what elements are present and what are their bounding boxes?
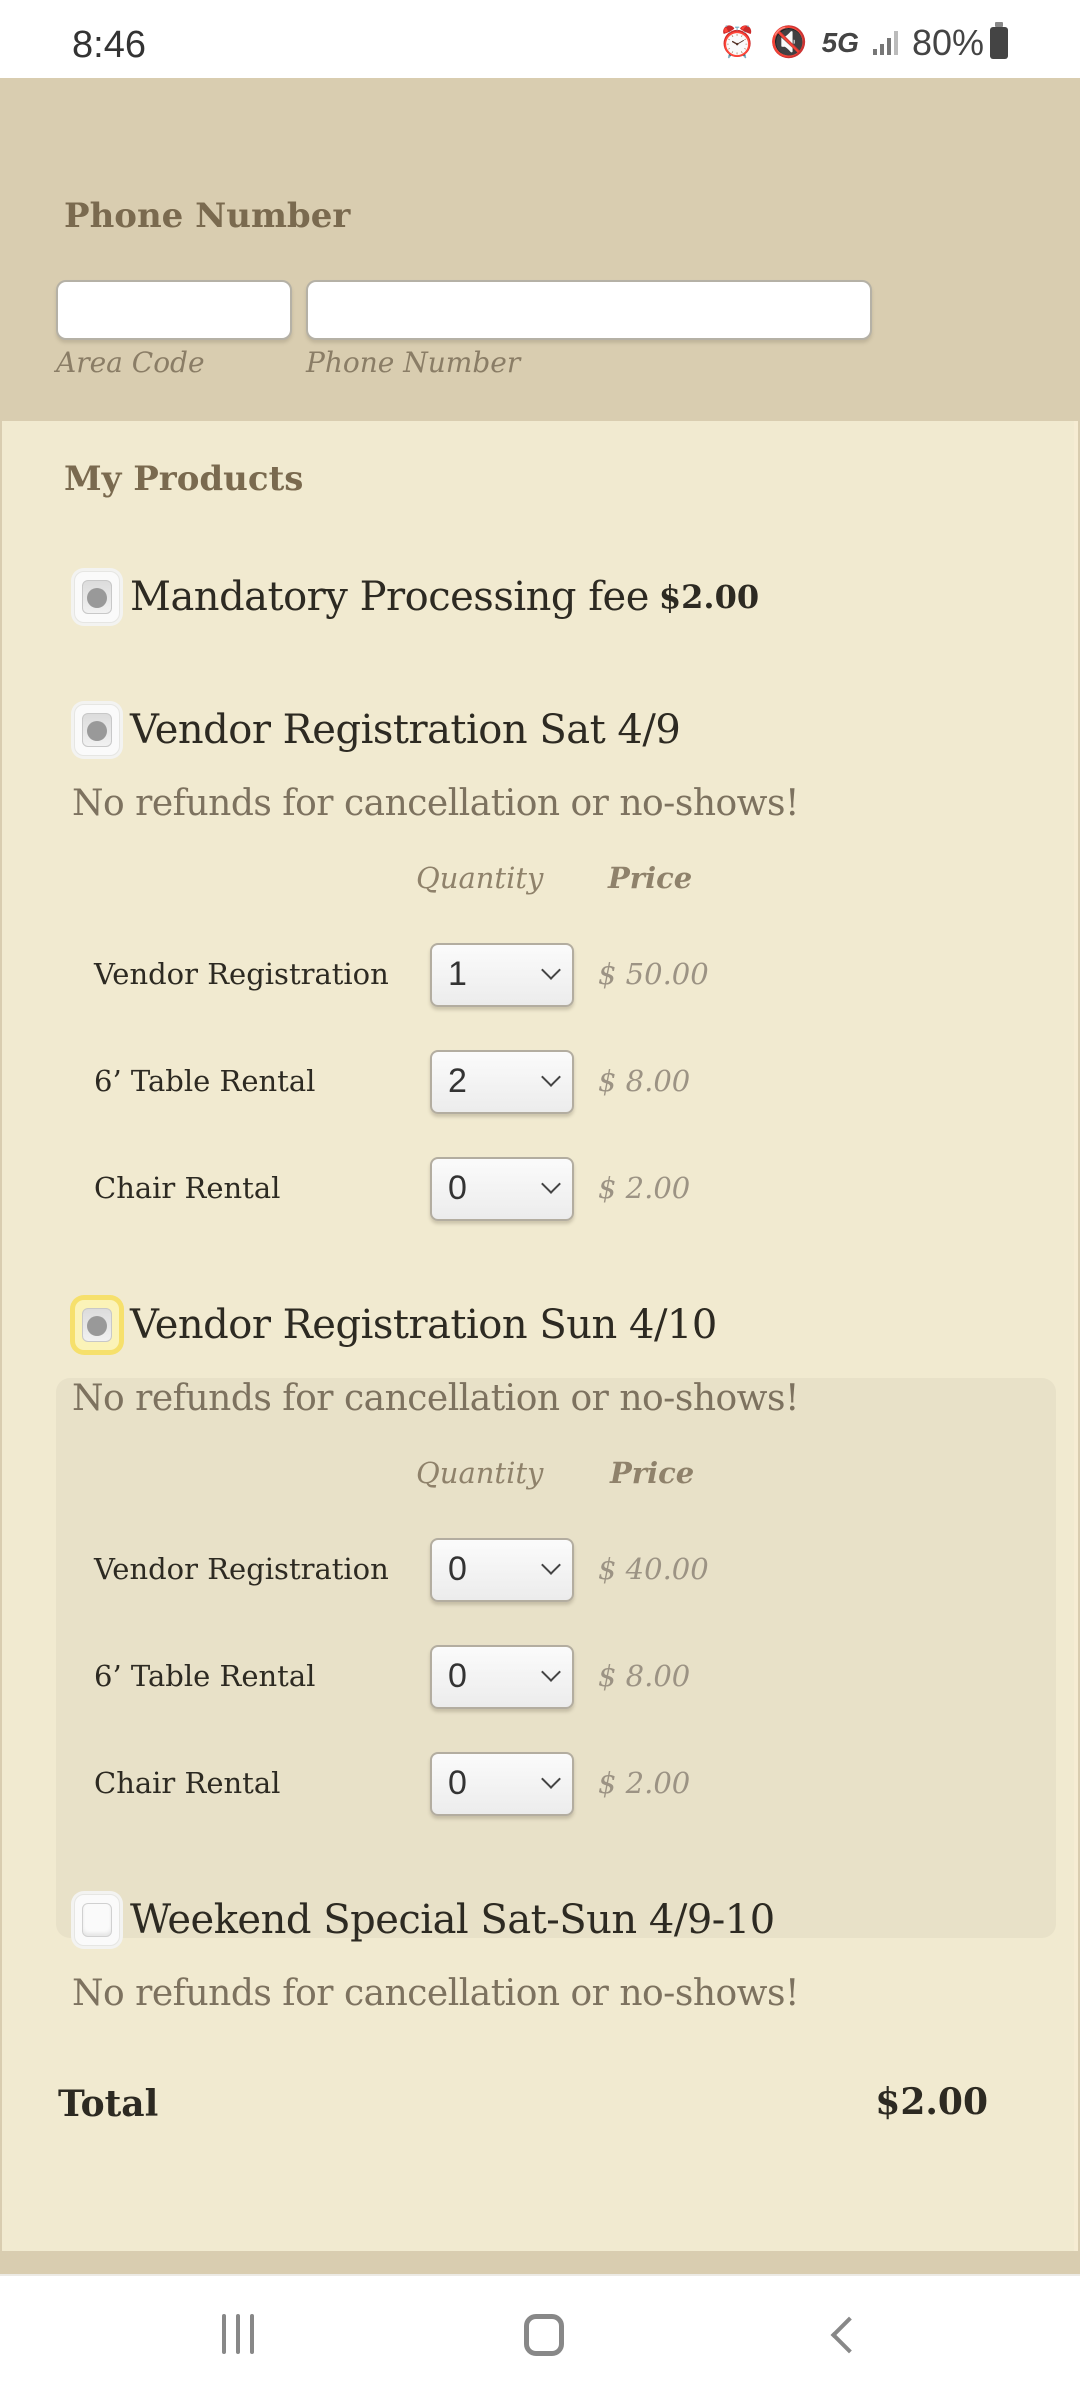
chevron-down-icon — [541, 1555, 561, 1575]
line-item-price: $ 8.00 — [598, 1659, 691, 1693]
battery-icon — [990, 22, 1008, 59]
battery-percent: 80% — [911, 22, 984, 63]
product-name: Mandatory Processing fee — [130, 574, 649, 620]
mute-icon: 🔇 — [770, 26, 808, 59]
product-checkbox[interactable] — [74, 1894, 120, 1946]
chevron-down-icon — [541, 1769, 561, 1789]
line-item-price: $ 2.00 — [598, 1766, 691, 1800]
line-item-label: 6’ Table Rental — [94, 1064, 316, 1098]
area-code-input[interactable] — [56, 280, 292, 340]
line-item-label: Vendor Registration — [94, 957, 389, 991]
back-button[interactable] — [830, 2316, 868, 2354]
price-header: Price — [608, 861, 693, 895]
product-description: No refunds for cancellation or no-shows! — [72, 783, 799, 824]
product-description: No refunds for cancellation or no-shows! — [72, 1973, 799, 2014]
area-code-sublabel: Area Code — [56, 346, 205, 379]
status-icons: ⏰ 🔇 5G 80% — [719, 22, 1008, 64]
product-description: No refunds for cancellation or no-shows! — [72, 1378, 799, 1419]
selected-dot-icon — [87, 1316, 107, 1336]
home-button[interactable] — [524, 2314, 564, 2356]
total-label: Total — [58, 2083, 159, 2125]
product-price: $2.00 — [658, 578, 760, 616]
network-type: 5G — [821, 27, 859, 58]
navigation-bar — [0, 2274, 1080, 2400]
quantity-select[interactable]: 0 — [430, 1157, 574, 1221]
quantity-select[interactable]: 0 — [430, 1538, 574, 1602]
status-time: 8:46 — [72, 24, 146, 66]
line-item-label: Chair Rental — [94, 1766, 281, 1800]
status-bar: 8:46 ⏰ 🔇 5G 80% — [0, 0, 1080, 78]
product-name: Vendor Registration Sun 4/10 — [130, 1302, 717, 1348]
chevron-down-icon — [541, 960, 561, 980]
quantity-header: Quantity — [416, 861, 544, 895]
chevron-down-icon — [541, 1662, 561, 1682]
phone-number-label: Phone Number — [64, 196, 351, 236]
total-value: $2.00 — [875, 2081, 988, 2123]
quantity-select[interactable]: 2 — [430, 1050, 574, 1114]
quantity-select[interactable]: 0 — [430, 1752, 574, 1816]
price-header: Price — [610, 1456, 695, 1490]
product-vendor-sat[interactable]: Vendor Registration Sat 4/9 — [74, 704, 681, 756]
quantity-header: Quantity — [416, 1456, 544, 1490]
product-vendor-sun[interactable]: Vendor Registration Sun 4/10 — [74, 1299, 717, 1351]
phone-number-input[interactable] — [306, 280, 872, 340]
signal-icon — [872, 31, 898, 55]
form-page: Phone Number Area Code Phone Number My P… — [0, 78, 1080, 2274]
products-section: My Products Mandatory Processing fee $2.… — [2, 421, 1078, 2251]
alarm-icon: ⏰ — [718, 26, 757, 59]
line-item-price: $ 2.00 — [598, 1171, 691, 1205]
line-item-price: $ 50.00 — [598, 957, 709, 991]
product-processing-fee[interactable]: Mandatory Processing fee $2.00 — [74, 571, 759, 623]
quantity-select[interactable]: 1 — [430, 943, 574, 1007]
line-item-label: Vendor Registration — [94, 1552, 389, 1586]
line-item-price: $ 40.00 — [598, 1552, 709, 1586]
line-item-price: $ 8.00 — [598, 1064, 691, 1098]
phone-number-section: Phone Number Area Code Phone Number — [0, 78, 1080, 421]
quantity-select[interactable]: 0 — [430, 1645, 574, 1709]
chevron-down-icon — [541, 1174, 561, 1194]
product-checkbox[interactable] — [74, 704, 120, 756]
line-item-label: 6’ Table Rental — [94, 1659, 316, 1693]
product-name: Weekend Special Sat-Sun 4/9-10 — [130, 1897, 775, 1943]
recents-button[interactable] — [222, 2314, 254, 2354]
phone-number-sublabel: Phone Number — [306, 346, 521, 379]
selected-dot-icon — [87, 721, 107, 741]
products-title: My Products — [64, 459, 304, 499]
product-weekend-special[interactable]: Weekend Special Sat-Sun 4/9-10 — [74, 1894, 775, 1946]
product-checkbox[interactable] — [74, 1299, 120, 1351]
line-item-label: Chair Rental — [94, 1171, 281, 1205]
chevron-down-icon — [541, 1067, 561, 1087]
product-checkbox[interactable] — [74, 571, 120, 623]
product-name: Vendor Registration Sat 4/9 — [130, 707, 681, 753]
recents-icon — [222, 2314, 226, 2354]
selected-dot-icon — [87, 588, 107, 608]
